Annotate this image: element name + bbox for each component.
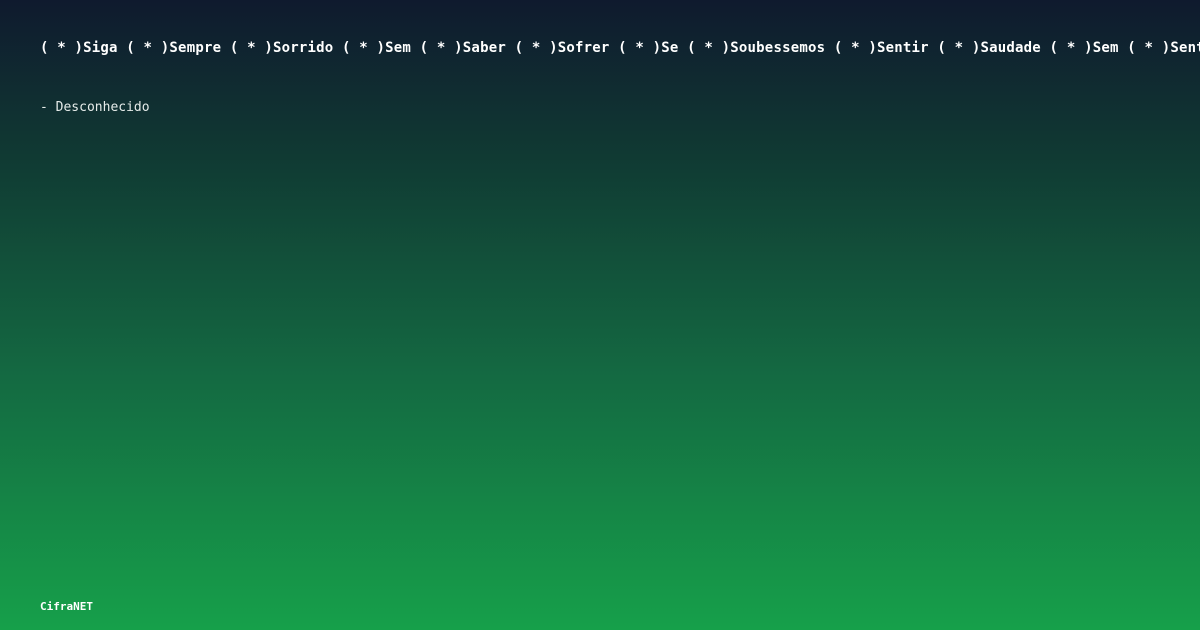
- quote-author: - Desconhecido: [40, 100, 150, 115]
- quote-text: ( * )Siga ( * )Sempre ( * )Sorrido ( * )…: [40, 40, 1200, 56]
- brand-logo-text: CifraNET: [40, 600, 93, 613]
